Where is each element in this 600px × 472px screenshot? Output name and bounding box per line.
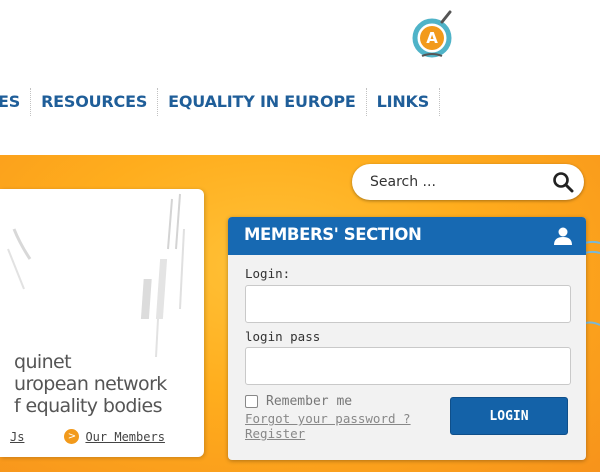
forgot-password-link[interactable]: Forgot your password ? — [245, 411, 411, 426]
remember-checkbox[interactable] — [245, 395, 258, 408]
main-nav: ES RESOURCES EQUALITY IN EUROPE LINKS — [0, 86, 441, 118]
logo-letter: A — [426, 29, 438, 47]
card-links: Js > Our Members — [10, 429, 165, 444]
search-input[interactable] — [370, 171, 550, 193]
members-section-header: MEMBERS' SECTION — [228, 217, 586, 255]
nav-item-partial[interactable]: ES — [0, 88, 32, 116]
equinet-a-logo-icon: A — [412, 10, 452, 58]
hero-banner: quinet uropean network f equality bodies… — [0, 155, 600, 472]
road-lines-illustration — [7, 193, 185, 358]
equinet-title: quinet uropean network f equality bodies — [14, 351, 167, 417]
login-button[interactable]: LOGIN — [450, 397, 568, 435]
arrow-right-icon: > — [64, 429, 80, 444]
nav-item-resources[interactable]: RESOURCES — [31, 88, 159, 116]
members-section-title: MEMBERS' SECTION — [244, 225, 422, 244]
site-logo[interactable]: A — [408, 8, 460, 60]
search-box — [352, 164, 584, 200]
card-link-partial[interactable]: Js — [10, 430, 24, 444]
members-section-panel: MEMBERS' SECTION Login: login pass Remem… — [228, 217, 586, 460]
nav-item-links[interactable]: LINKS — [367, 88, 441, 116]
remember-me[interactable]: Remember me — [245, 394, 352, 409]
equinet-card: quinet uropean network f equality bodies… — [0, 189, 204, 457]
our-members-link[interactable]: Our Members — [85, 430, 164, 444]
register-link[interactable]: Register — [245, 426, 305, 441]
search-icon[interactable] — [552, 171, 574, 193]
password-label: login pass — [245, 329, 321, 344]
user-icon — [554, 227, 572, 245]
remember-label: Remember me — [266, 394, 353, 409]
title-line: uropean network — [14, 373, 167, 395]
nav-item-equality-in-europe[interactable]: EQUALITY IN EUROPE — [158, 88, 367, 116]
title-line: quinet — [14, 351, 72, 373]
password-input[interactable] — [245, 347, 571, 385]
login-label: Login: — [245, 266, 291, 281]
title-line: f equality bodies — [14, 395, 162, 417]
login-input[interactable] — [245, 285, 571, 323]
